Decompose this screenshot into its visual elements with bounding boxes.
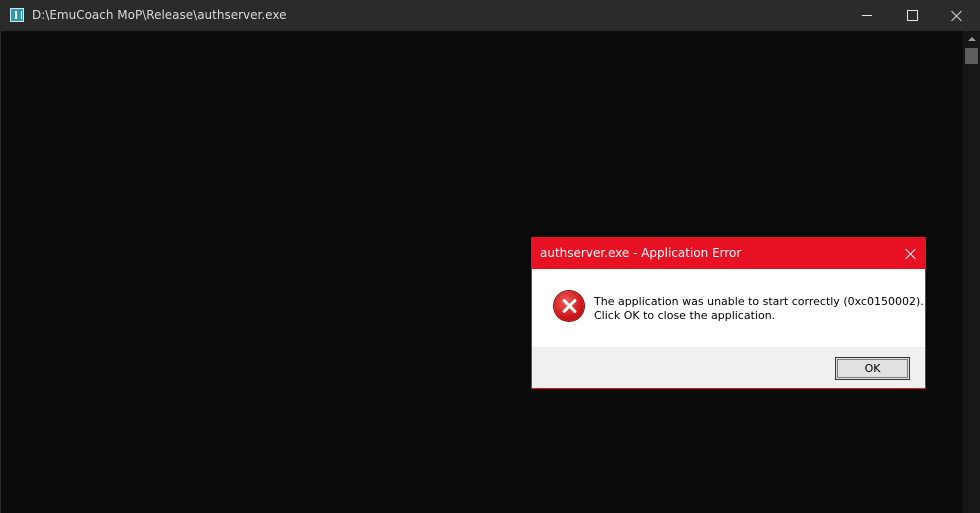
error-icon <box>554 291 584 321</box>
close-icon <box>905 248 917 260</box>
ok-button[interactable]: OK <box>835 357 910 380</box>
console-titlebar[interactable]: D:\EmuCoach MoP\Release\authserver.exe <box>1 0 980 31</box>
application-error-dialog: authserver.exe - Application Error The a… <box>531 237 926 389</box>
dialog-close-button[interactable] <box>896 238 925 269</box>
scroll-up-arrow-icon[interactable] <box>963 31 980 47</box>
dialog-message-line-2: Click OK to close the application. <box>594 309 776 322</box>
close-icon <box>951 10 963 22</box>
dialog-title: authserver.exe - Application Error <box>540 246 742 260</box>
minimize-button[interactable] <box>844 0 890 31</box>
console-scrollbar[interactable] <box>963 31 980 513</box>
dialog-titlebar[interactable]: authserver.exe - Application Error <box>532 238 925 269</box>
dialog-message: The application was unable to start corr… <box>594 295 924 323</box>
close-button[interactable] <box>934 0 980 31</box>
console-app-icon <box>10 8 24 22</box>
maximize-button[interactable] <box>889 0 935 31</box>
console-window-title: D:\EmuCoach MoP\Release\authserver.exe <box>32 8 287 22</box>
minimize-icon <box>862 15 872 16</box>
dialog-content: The application was unable to start corr… <box>532 269 925 347</box>
scroll-thumb[interactable] <box>965 48 978 64</box>
dialog-footer: OK <box>532 347 925 388</box>
maximize-icon <box>906 10 918 21</box>
dialog-message-line-1: The application was unable to start corr… <box>594 295 924 308</box>
